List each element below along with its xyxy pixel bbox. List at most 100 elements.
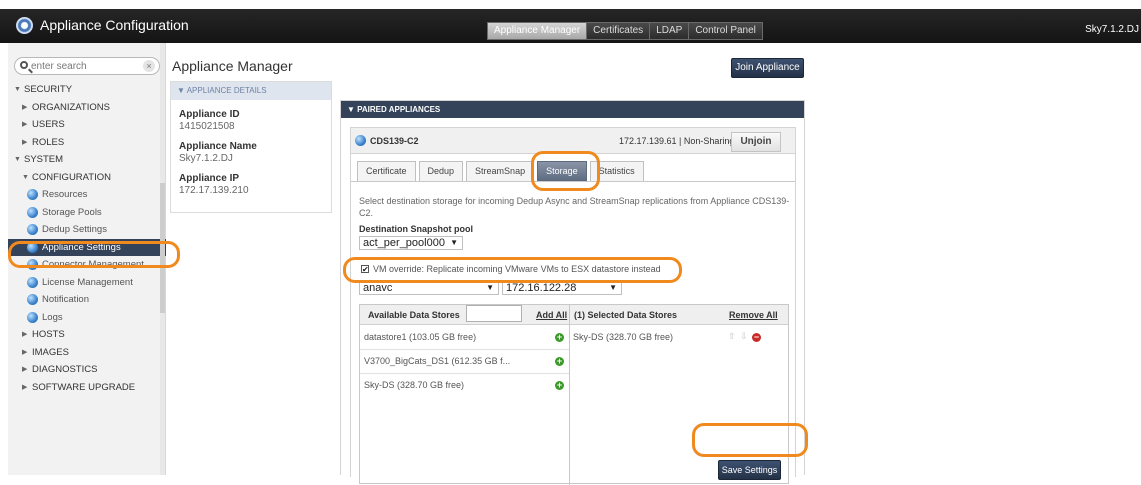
sidebar-item-hosts[interactable]: ▶ HOSTS [8, 326, 166, 344]
sidebar-item-roles[interactable]: ▶ ROLES [8, 134, 166, 152]
chevron-right-icon: ▶ [22, 103, 28, 111]
datastore-label: Sky-DS (328.70 GB free) [573, 332, 674, 342]
selected-datastore-row[interactable]: Sky-DS (328.70 GB free) [573, 332, 673, 342]
sidebar-item-label: Logs [42, 311, 63, 323]
appliance-ip-value: 172.17.139.210 [179, 185, 249, 196]
sidebar-item-resources[interactable]: Resources [8, 186, 166, 204]
chevron-down-icon: ▼ [22, 173, 29, 181]
column-divider [569, 305, 570, 485]
sidebar-item-images[interactable]: ▶ IMAGES [8, 344, 166, 362]
sidebar-item-label: SYSTEM [24, 154, 64, 165]
storage-description: Select destination storage for incoming … [359, 196, 790, 218]
clear-search-icon[interactable]: × [143, 60, 155, 72]
tab-ldap[interactable]: LDAP [649, 23, 689, 39]
add-datastore-icon[interactable]: + [555, 333, 564, 342]
appliance-name-label: Appliance Name [179, 141, 257, 152]
version-label: Sky7.1.2.DJ [1085, 24, 1139, 35]
highlight-storage-tab [531, 151, 600, 191]
sidebar-item-label: ROLES [32, 136, 65, 148]
highlight-save-settings [692, 423, 808, 457]
appliance-name-value: Sky7.1.2.DJ [179, 153, 233, 164]
add-datastore-icon[interactable]: + [555, 381, 564, 390]
sidebar-item-license-management[interactable]: License Management [8, 274, 166, 292]
move-up-icon[interactable]: ⇧ [728, 331, 736, 342]
dropdown-caret-icon: ▼ [486, 283, 494, 292]
chevron-right-icon: ▶ [22, 348, 28, 356]
globe-icon [27, 276, 38, 288]
chevron-right-icon: ▶ [22, 331, 28, 338]
sidebar-item-diagnostics[interactable]: ▶ DIAGNOSTICS [8, 361, 166, 379]
appliance-details-panel: ▼ APPLIANCE DETAILS Appliance ID 1415021… [170, 81, 332, 213]
save-settings-button[interactable]: Save Settings [718, 460, 781, 480]
appliance-details-header[interactable]: ▼ APPLIANCE DETAILS [171, 82, 331, 100]
selected-datastores-header: (1) Selected Data Stores [574, 310, 678, 320]
globe-icon [27, 224, 38, 236]
highlight-vm-override [343, 257, 682, 283]
sidebar-item-dedup-settings[interactable]: Dedup Settings [8, 221, 166, 239]
page-title: Appliance Manager [172, 58, 293, 74]
search-icon [20, 61, 28, 69]
sidebar-item-configuration[interactable]: ▼ CONFIGURATION [8, 169, 166, 187]
tab-certificates[interactable]: Certificates [586, 23, 650, 39]
app-title: Appliance Configuration [40, 17, 189, 33]
sidebar-item-label: Notification [42, 294, 89, 305]
sidebar-item-organizations[interactable]: ▶ ORGANIZATIONS [8, 99, 166, 117]
add-datastore-icon[interactable]: + [555, 357, 564, 366]
vcenter-select[interactable]: anavc ▼ [359, 281, 499, 295]
host-select[interactable]: 172.16.122.28 ▼ [502, 281, 622, 295]
highlight-appliance-settings [8, 241, 180, 268]
appliance-ip-label: Appliance IP [179, 173, 240, 184]
remove-datastore-icon[interactable]: − [752, 333, 761, 342]
device-tabs: Certificate Dedup StreamSnap Storage Sta… [357, 161, 647, 181]
chevron-right-icon: ▶ [22, 383, 28, 391]
tab-streamsnap[interactable]: StreamSnap [466, 161, 535, 181]
appliance-id-label: Appliance ID [179, 109, 240, 120]
tab-appliance-manager[interactable]: Appliance Manager [488, 23, 587, 39]
datastore-label: datastore1 (103.05 GB free) [364, 332, 477, 342]
snapshot-pool-value: act_per_pool000 [363, 237, 445, 249]
dropdown-caret-icon: ▼ [450, 238, 458, 247]
join-appliance-button[interactable]: Join Appliance [731, 58, 804, 78]
tab-control-panel[interactable]: Control Panel [688, 23, 762, 39]
vcenter-value: anavc [363, 282, 393, 294]
sidebar-item-label: SOFTWARE UPGRADE [32, 381, 136, 393]
add-all-link[interactable]: Add All [536, 310, 567, 320]
available-datastore-row[interactable]: Sky-DS (328.70 GB free) [364, 380, 464, 390]
move-down-icon[interactable]: ⇩ [740, 331, 748, 342]
tab-dedup[interactable]: Dedup [418, 161, 464, 181]
appliance-id-value: 1415021508 [179, 121, 235, 132]
chevron-right-icon: ▶ [22, 121, 28, 128]
datastore-filter-input[interactable] [466, 305, 522, 322]
search-input[interactable] [31, 59, 141, 73]
sidebar-item-system[interactable]: ▼ SYSTEM [8, 151, 166, 169]
available-datastore-row[interactable]: datastore1 (103.05 GB free) [364, 332, 476, 342]
sidebar-item-security[interactable]: ▼ SECURITY [8, 81, 166, 99]
globe-icon [27, 206, 38, 218]
snapshot-pool-select[interactable]: act_per_pool000 ▼ [359, 236, 463, 250]
sidebar-item-label: SECURITY [24, 84, 73, 95]
sidebar-item-storage-pools[interactable]: Storage Pools [8, 204, 166, 222]
datastore-table: Available Data Stores Add All (1) Select… [359, 304, 789, 485]
paired-appliances-header[interactable]: ▼ PAIRED APPLIANCES [341, 101, 804, 118]
remove-all-link[interactable]: Remove All [729, 310, 778, 320]
datastore-label: V3700_BigCats_DS1 (612.35 GB f... [364, 356, 511, 366]
globe-icon [27, 189, 38, 201]
device-name-label: CDS139-C2 [370, 135, 419, 146]
sidebar-item-software-upgrade[interactable]: ▶ SOFTWARE UPGRADE [8, 379, 166, 397]
available-datastores-header: Available Data Stores [368, 310, 460, 320]
sidebar-item-logs[interactable]: Logs [8, 309, 166, 327]
sidebar-item-label: ORGANIZATIONS [32, 101, 110, 113]
sidebar-item-notification[interactable]: Notification [8, 291, 166, 309]
chevron-right-icon: ▶ [22, 366, 28, 373]
tab-certificate[interactable]: Certificate [357, 161, 416, 181]
chevron-down-icon: ▼ [14, 86, 21, 93]
sidebar-item-label: Storage Pools [42, 206, 102, 218]
unjoin-button[interactable]: Unjoin [731, 132, 781, 152]
search-box: × [14, 57, 160, 75]
available-datastore-row[interactable]: V3700_BigCats_DS1 (612.35 GB f... [364, 356, 510, 366]
globe-icon [27, 294, 38, 306]
device-name: CDS139-C2 [355, 135, 419, 146]
sidebar-item-label: Resources [42, 189, 88, 200]
sidebar-item-users[interactable]: ▶ USERS [8, 116, 166, 134]
sidebar-item-label: License Management [42, 276, 133, 288]
